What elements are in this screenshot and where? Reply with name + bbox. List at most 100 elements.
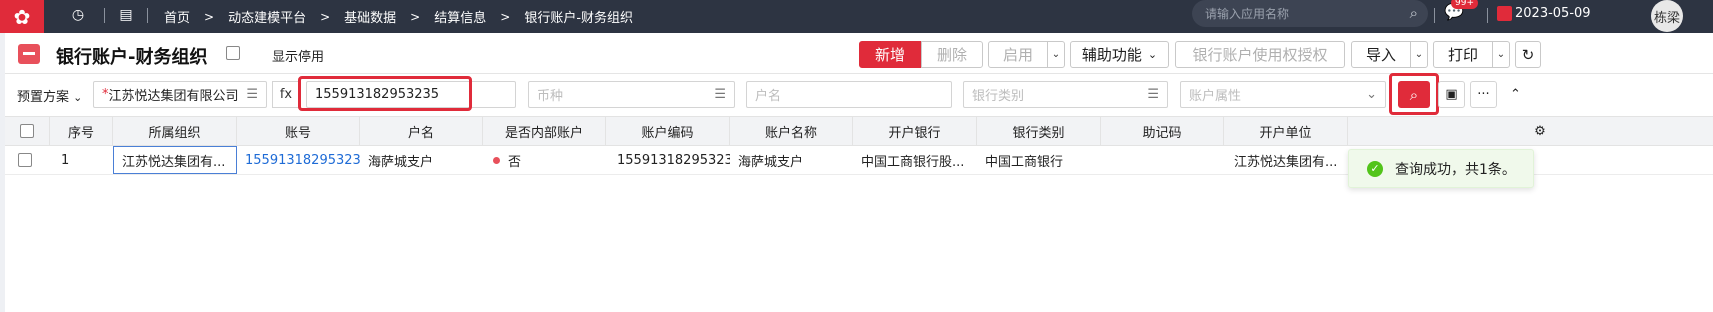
more-icon[interactable]: ··· — [1470, 81, 1497, 108]
account-attribute-select[interactable]: 账户属性 ⌄ — [1180, 81, 1386, 108]
account-code-cell: 155913182953235 — [617, 152, 730, 168]
folder-icon — [18, 44, 40, 64]
delete-button[interactable]: 删除 — [921, 41, 983, 68]
breadcrumb-item[interactable]: 动态建模平台 — [228, 7, 306, 26]
select-all-cell — [5, 117, 50, 145]
preset-scheme-label: 预置方案 — [17, 90, 70, 105]
chevron-down-icon[interactable]: ⌄ — [1492, 41, 1510, 68]
bank-cell: 中国工商银行股... — [861, 154, 965, 170]
column-header[interactable]: 开户银行 — [853, 117, 977, 145]
user-avatar[interactable]: 栋梁 — [1651, 0, 1683, 32]
row-checkbox[interactable] — [18, 153, 32, 167]
collapse-icon[interactable]: ⌃ — [1502, 81, 1529, 108]
search-icon[interactable]: ⌕ — [1410, 4, 1418, 22]
app-logo[interactable]: ✿ — [0, 0, 44, 33]
import-button[interactable]: 导入 — [1351, 41, 1411, 68]
row-index: 1 — [61, 152, 70, 168]
app-search-input[interactable]: 请输入应用名称 ⌕ — [1192, 0, 1428, 27]
date-display[interactable]: 2023-05-09 — [1497, 0, 1591, 27]
account-attribute-placeholder: 账户属性 — [1189, 89, 1242, 104]
account-name-cell: 海萨城支户 — [368, 154, 434, 170]
flower-logo-icon: ✿ — [13, 4, 31, 29]
document-icon[interactable]: ▤ — [115, 4, 137, 26]
row-select-cell — [5, 146, 50, 174]
chevron-right-icon: > — [410, 9, 421, 24]
show-disabled-label: 显示停用 — [272, 50, 325, 65]
account-auth-button[interactable]: 银行账户使用权授权 — [1175, 41, 1345, 68]
account-name-field[interactable]: 户名 — [746, 81, 952, 108]
org-cell[interactable]: 江苏悦达集团有... — [113, 146, 237, 174]
internal-account-value: 否 — [508, 154, 522, 170]
top-nav-bar: ✿ ◷ ▤ 首页 > 动态建模平台 > 基础数据 > 结算信息 > 银行账户-财… — [0, 0, 1713, 33]
list-icon[interactable]: ☰ — [1147, 87, 1159, 102]
list-icon[interactable]: ☰ — [246, 87, 258, 102]
divider — [147, 8, 148, 23]
org-field[interactable]: * 江苏悦达集团有限公司 ☰ — [93, 81, 267, 108]
success-toast: ✓ 查询成功，共1条。 — [1348, 149, 1534, 188]
opening-unit-cell: 江苏悦达集团有... — [1234, 154, 1338, 170]
account-title-cell: 海萨城支户 — [738, 154, 804, 170]
highlight-outline — [1389, 73, 1439, 115]
mnemonic-cell — [1101, 146, 1224, 174]
show-disabled-checkbox[interactable] — [226, 46, 240, 60]
bank-type-field[interactable]: 银行类别 ☰ — [963, 81, 1168, 108]
column-header[interactable]: 户名 — [360, 117, 483, 145]
currency-field[interactable]: 币种 ☰ — [528, 81, 735, 108]
breadcrumb-item[interactable]: 基础数据 — [344, 7, 396, 26]
bank-type-cell: 中国工商银行 — [985, 154, 1064, 170]
chevron-down-icon[interactable]: ⌄ — [1410, 41, 1428, 68]
column-header[interactable]: 银行类别 — [977, 117, 1101, 145]
chevron-down-icon: ⌄ — [1366, 87, 1377, 102]
select-all-checkbox[interactable] — [20, 124, 34, 138]
page-title: 银行账户-财务组织 — [56, 47, 208, 68]
internal-account-cell: 否 — [483, 146, 606, 174]
breadcrumb-home[interactable]: 首页 — [164, 7, 190, 26]
toast-message: 查询成功，共1条。 — [1395, 161, 1516, 178]
preset-scheme-dropdown[interactable]: 预置方案 ⌄ — [17, 86, 82, 105]
column-header[interactable]: 账户编码 — [606, 117, 730, 145]
account-name-placeholder: 户名 — [755, 89, 782, 104]
chevron-down-icon: ⌄ — [1147, 48, 1158, 61]
calendar-icon — [1497, 6, 1512, 21]
message-count-badge: 99+ — [1451, 0, 1478, 9]
list-icon[interactable]: ☰ — [714, 87, 726, 102]
check-circle-icon: ✓ — [1367, 160, 1383, 177]
column-header[interactable]: 所属组织 — [113, 117, 237, 145]
clock-icon[interactable]: ◷ — [67, 4, 89, 26]
bank-type-placeholder: 银行类别 — [972, 89, 1025, 104]
column-header[interactable]: 开户单位 — [1224, 117, 1348, 145]
current-date: 2023-05-09 — [1515, 6, 1591, 21]
breadcrumb: 首页 > 动态建模平台 > 基础数据 > 结算信息 > 银行账户-财务组织 — [164, 0, 633, 33]
fx-button[interactable]: fx — [272, 81, 300, 108]
breadcrumb-current: 银行账户-财务组织 — [524, 11, 634, 26]
refresh-icon[interactable]: ↻ — [1515, 41, 1541, 68]
status-dot — [493, 156, 500, 164]
search-settings-icon[interactable]: ▣ — [1438, 81, 1465, 108]
breadcrumb-item[interactable]: 结算信息 — [434, 7, 486, 26]
column-settings-icon[interactable]: ⚙ — [1525, 117, 1555, 145]
chevron-right-icon: > — [204, 9, 215, 24]
currency-placeholder: 币种 — [537, 89, 564, 104]
add-button[interactable]: 新增 — [859, 41, 921, 68]
app-search-placeholder: 请输入应用名称 — [1205, 7, 1290, 21]
chevron-right-icon: > — [500, 9, 511, 24]
divider — [104, 8, 105, 23]
main-panel: 银行账户-财务组织 显示停用 新增 删除 启用 ⌄ 辅助功能 ⌄ 银行账户使用权授… — [5, 33, 1713, 312]
aux-function-button[interactable]: 辅助功能 ⌄ — [1070, 41, 1169, 68]
divider — [1434, 8, 1435, 23]
print-button[interactable]: 打印 — [1433, 41, 1493, 68]
chevron-down-icon: ⌄ — [73, 91, 83, 104]
org-value: 江苏悦达集团有限公司 — [108, 89, 239, 104]
column-header[interactable]: 助记码 — [1101, 117, 1224, 145]
column-header[interactable]: 账号 — [237, 117, 360, 145]
divider — [1487, 8, 1488, 23]
chevron-down-icon[interactable]: ⌄ — [1047, 41, 1065, 68]
enable-button[interactable]: 启用 — [988, 41, 1048, 68]
column-header[interactable]: 序号 — [50, 117, 113, 145]
table-header: 序号 所属组织 账号 户名 是否内部账户 账户编码 账户名称 开户银行 银行类别… — [5, 116, 1713, 146]
account-link[interactable]: 155913182953235 — [237, 146, 360, 174]
highlight-outline — [298, 76, 472, 111]
column-header[interactable]: 是否内部账户 — [483, 117, 606, 145]
chevron-right-icon: > — [320, 9, 331, 24]
column-header[interactable]: 账户名称 — [730, 117, 853, 145]
